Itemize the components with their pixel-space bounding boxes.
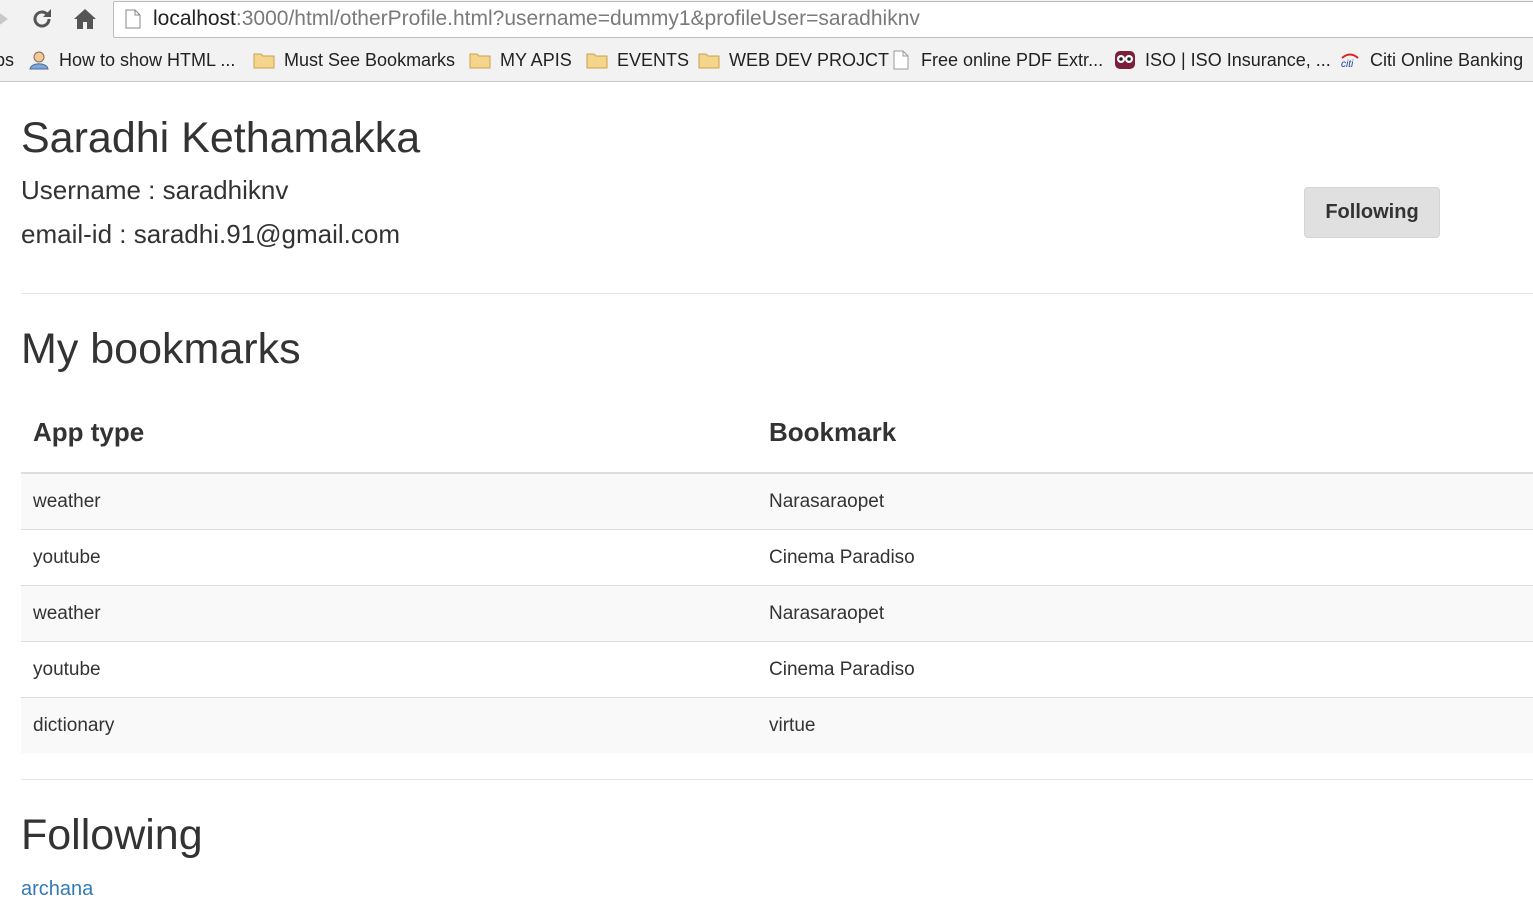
column-header-bookmark: Bookmark	[757, 392, 1533, 474]
app-type-cell: dictionary	[21, 697, 757, 753]
bookmark-events[interactable]: EVENTS	[586, 47, 689, 73]
home-icon[interactable]	[73, 7, 97, 31]
profile-name: Saradhi Kethamakka	[21, 114, 421, 162]
bookmark-how-to-show-html[interactable]: How to show HTML ...	[28, 47, 235, 73]
table-row: weather Narasaraopet	[21, 472, 1533, 530]
divider	[21, 779, 1533, 780]
profile-username: Username : saradhiknv	[21, 175, 289, 205]
table-header-row: App type Bookmark	[21, 392, 1533, 474]
table-row: dictionary virtue	[21, 697, 1533, 753]
url-text[interactable]: localhost:3000/html/otherProfile.html?us…	[153, 7, 920, 31]
following-section-title: Following	[21, 811, 203, 859]
bookmark-label: Citi Online Banking	[1370, 49, 1524, 70]
owl-icon	[1115, 51, 1135, 69]
address-bar[interactable]: localhost:3000/html/otherProfile.html?us…	[113, 1, 1533, 38]
bookmark-label: WEB DEV PROJCT	[729, 49, 890, 70]
bookmark-label: ISO | ISO Insurance, ...	[1145, 49, 1331, 70]
following-button[interactable]: Following	[1304, 187, 1440, 238]
bookmark-cell: virtue	[757, 697, 1533, 753]
svg-text:citi: citi	[1341, 59, 1354, 70]
app-type-cell: weather	[21, 585, 757, 642]
url-host: localhost	[153, 7, 236, 30]
folder-icon	[698, 53, 720, 69]
bookmark-iso-insurance[interactable]: ISO | ISO Insurance, ...	[1114, 47, 1331, 73]
bookmark-cell: Cinema Paradiso	[757, 641, 1533, 698]
table-row: youtube Cinema Paradiso	[21, 529, 1533, 586]
table-row: weather Narasaraopet	[21, 585, 1533, 642]
bookmark-label: MY APIS	[500, 49, 572, 70]
app-type-cell: youtube	[21, 529, 757, 586]
page-icon	[893, 50, 909, 70]
bookmarks-table: App type Bookmark weather Narasaraopet y…	[21, 392, 1533, 753]
bookmark-label: Free online PDF Extr...	[921, 49, 1104, 70]
bookmark-label: Must See Bookmarks	[284, 49, 456, 70]
reload-icon[interactable]	[30, 7, 54, 31]
bookmark-apps-clipped[interactable]: ps	[0, 50, 14, 71]
bookmark-web-dev-projct[interactable]: WEB DEV PROJCT	[698, 47, 889, 73]
user-icon	[29, 51, 49, 70]
bookmark-citi-online-banking[interactable]: citi Citi Online Banking	[1339, 47, 1523, 73]
bookmark-cell: Narasaraopet	[757, 472, 1533, 530]
bookmark-must-see-bookmarks[interactable]: Must See Bookmarks	[253, 47, 455, 73]
divider	[21, 293, 1533, 294]
citi-icon: citi	[1341, 53, 1359, 70]
url-path: :3000/html/otherProfile.html?username=du…	[235, 7, 920, 30]
bookmark-cell: Narasaraopet	[757, 585, 1533, 642]
app-type-cell: youtube	[21, 641, 757, 698]
table-row: youtube Cinema Paradiso	[21, 641, 1533, 698]
bookmarks-bar: ps How to show HTML ... Must See Bookmar…	[0, 44, 1533, 74]
bookmark-free-online-pdf[interactable]: Free online PDF Extr...	[890, 47, 1103, 73]
bookmark-label: How to show HTML ...	[59, 49, 236, 70]
folder-icon	[586, 53, 608, 69]
bookmark-label: EVENTS	[617, 49, 690, 70]
back-arrow-icon[interactable]	[0, 9, 8, 29]
folder-icon	[253, 53, 275, 69]
profile-email: email-id : saradhi.91@gmail.com	[21, 219, 400, 249]
bookmarks-section-title: My bookmarks	[21, 325, 301, 373]
page-icon	[125, 9, 141, 29]
following-user-link[interactable]: archana	[21, 878, 93, 901]
folder-icon	[469, 53, 491, 69]
column-header-app-type: App type	[21, 392, 757, 474]
bookmark-cell: Cinema Paradiso	[757, 529, 1533, 586]
browser-chrome: localhost:3000/html/otherProfile.html?us…	[0, 0, 1533, 82]
app-type-cell: weather	[21, 472, 757, 530]
bookmark-my-apis[interactable]: MY APIS	[469, 47, 572, 73]
